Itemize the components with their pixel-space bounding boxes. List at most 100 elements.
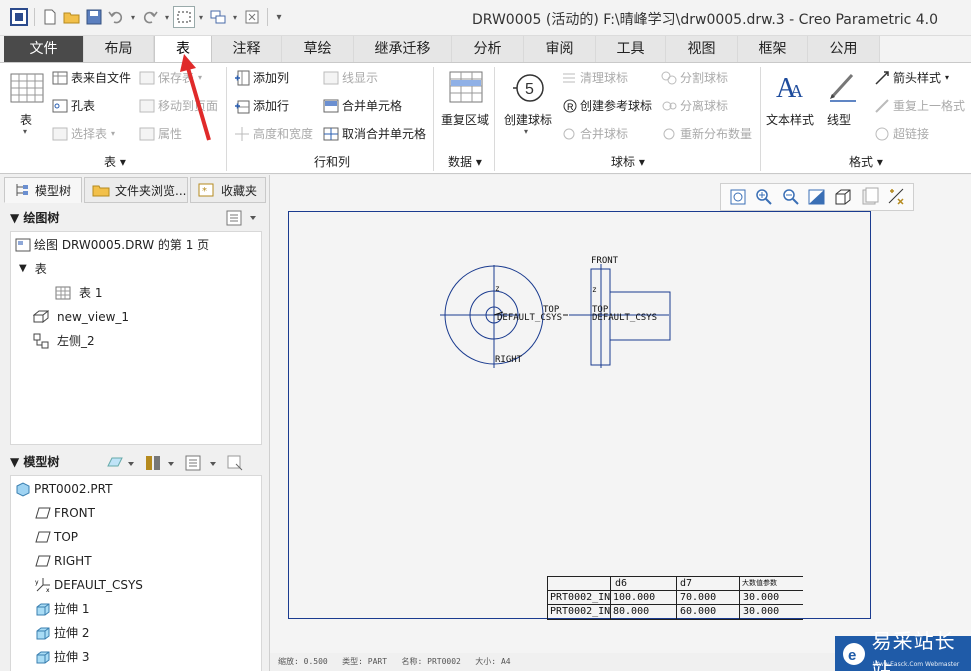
drawing-tree-options-icon[interactable] <box>226 210 260 226</box>
undo-dropdown-icon[interactable]: ▾ <box>127 6 139 28</box>
display-style-icon[interactable] <box>833 187 853 207</box>
tree-item-view-2[interactable]: 左侧_2 <box>33 330 95 352</box>
select-table-button[interactable]: 选择表 ▾ <box>52 125 115 142</box>
create-balloon-icon[interactable]: 5 <box>512 71 546 105</box>
pin-icon[interactable] <box>227 455 243 471</box>
group-label-table[interactable]: 表 ▾ <box>104 153 126 170</box>
tab-view[interactable]: 视图 <box>666 36 738 62</box>
height-width-button[interactable]: 高度和宽度 <box>234 125 313 142</box>
open-folder-icon[interactable] <box>61 6 83 28</box>
table-from-file-button[interactable]: 表来自文件 <box>52 69 131 86</box>
table-header-cell[interactable] <box>551 577 609 590</box>
drawing-canvas[interactable]: FRONT z z TOP TOP DEFAULT_CSYS DEFAULT_C… <box>270 175 971 653</box>
tree-item-tables[interactable]: ▼ 表 <box>19 258 47 280</box>
table-cell[interactable]: 80.000 <box>613 605 673 618</box>
table-cell[interactable]: PRT0002_INST <box>550 605 610 618</box>
app-icon[interactable] <box>8 6 30 28</box>
tab-tools[interactable]: 工具 <box>596 36 666 62</box>
windows-dropdown-icon[interactable]: ▾ <box>229 6 241 28</box>
repeat-region-icon[interactable] <box>449 71 483 103</box>
hyperlink-button[interactable]: 超链接 <box>874 125 929 142</box>
undo-icon[interactable] <box>105 6 127 28</box>
select-box-icon[interactable] <box>173 6 195 28</box>
create-ref-balloon-button[interactable]: R 创建参考球标 <box>561 97 652 114</box>
show-icon[interactable] <box>107 457 134 467</box>
table-cell[interactable]: 60.000 <box>680 605 738 618</box>
tree-item-table-1[interactable]: 表 1 <box>55 282 102 304</box>
layers-icon[interactable] <box>860 187 880 207</box>
tab-review[interactable]: 审阅 <box>524 36 596 62</box>
tab-frame[interactable]: 框架 <box>738 36 808 62</box>
redo-dropdown-icon[interactable]: ▾ <box>161 6 173 28</box>
line-display-button[interactable]: 线显示 <box>323 69 378 86</box>
tab-analysis[interactable]: 分析 <box>452 36 524 62</box>
select-dropdown-icon[interactable]: ▾ <box>195 6 207 28</box>
group-label-format[interactable]: 格式 ▾ <box>849 153 883 170</box>
detach-balloon-button[interactable]: 分离球标 <box>661 97 728 114</box>
clean-balloon-button[interactable]: 清理球标 <box>561 69 628 86</box>
table-cell[interactable]: 100.000 <box>613 591 673 604</box>
expand-arrow-icon[interactable]: ▼ <box>19 258 27 280</box>
tree-item-right-plane[interactable]: RIGHT <box>35 550 92 572</box>
tab-sketch[interactable]: 草绘 <box>282 36 354 62</box>
merge-balloon-button[interactable]: 合并球标 <box>561 125 628 142</box>
create-balloon-dropdown-icon[interactable]: ▾ <box>524 127 528 136</box>
drawing-sheet[interactable]: FRONT z z TOP TOP DEFAULT_CSYS DEFAULT_C… <box>288 211 871 620</box>
zoom-in-icon[interactable] <box>754 187 774 207</box>
text-style-button[interactable]: 文本样式 <box>766 111 814 128</box>
tree-item-sheet[interactable]: 绘图 DRW0005.DRW 的第 1 页 <box>15 234 209 256</box>
datum-display-icon[interactable] <box>886 187 906 207</box>
tab-layout[interactable]: 布局 <box>84 36 154 62</box>
tree-item-view-1[interactable]: new_view_1 <box>33 306 129 328</box>
tab-common[interactable]: 公用 <box>808 36 880 62</box>
refit-icon[interactable] <box>728 187 748 207</box>
repaint-icon[interactable] <box>807 187 827 207</box>
tree-item-front-plane[interactable]: FRONT <box>35 502 95 524</box>
create-balloon-button[interactable]: 创建球标 <box>504 111 552 128</box>
repeat-last-format-button[interactable]: 重复上一格式 <box>874 97 965 114</box>
tab-legacy-migration[interactable]: 继承迁移 <box>354 36 452 62</box>
redo-icon[interactable] <box>139 6 161 28</box>
arrow-style-button[interactable]: 箭头样式 ▾ <box>874 69 949 86</box>
repeat-region-button[interactable]: 重复区域 <box>441 111 489 128</box>
table-cell[interactable]: 30.000 <box>743 605 801 618</box>
line-style-icon[interactable] <box>828 69 858 103</box>
tree-item-extrude-3[interactable]: 拉伸 3 <box>35 646 89 668</box>
unmerge-cells-button[interactable]: 取消合并单元格 <box>323 125 426 142</box>
split-balloon-button[interactable]: 分割球标 <box>661 69 728 86</box>
add-column-button[interactable]: 添加列 <box>234 69 289 86</box>
group-label-balloon[interactable]: 球标 ▾ <box>611 153 645 170</box>
tree-filter-icon[interactable] <box>185 455 216 471</box>
table-header-cell[interactable]: 大数值参数 <box>742 577 802 590</box>
hole-table-button[interactable]: 孔表 <box>52 97 95 114</box>
tab-file[interactable]: 文件 <box>4 36 84 62</box>
customize-toolbar-icon[interactable]: ▾ <box>272 6 286 28</box>
table-button[interactable]: 表 <box>20 111 32 128</box>
table-header-cell[interactable]: d6 <box>615 577 673 590</box>
merge-cells-button[interactable]: 合并单元格 <box>323 97 402 114</box>
tree-item-part[interactable]: PRT0002.PRT <box>15 478 112 500</box>
settings-icon[interactable] <box>146 456 174 470</box>
table-dropdown-icon[interactable]: ▾ <box>23 127 27 136</box>
line-style-button[interactable]: 线型 <box>827 111 851 128</box>
new-file-icon[interactable] <box>39 6 61 28</box>
tree-item-top-plane[interactable]: TOP <box>35 526 78 548</box>
close-window-icon[interactable] <box>241 6 263 28</box>
table-icon[interactable] <box>10 73 44 103</box>
group-label-rowcol[interactable]: 行和列 <box>314 153 350 170</box>
table-header-cell[interactable]: d7 <box>680 577 738 590</box>
tree-item-extrude-1[interactable]: 拉伸 1 <box>35 598 89 620</box>
group-label-data[interactable]: 数据 ▾ <box>448 153 482 170</box>
table-cell[interactable]: 70.000 <box>680 591 738 604</box>
redistribute-qty-button[interactable]: 重新分布数量 <box>661 125 752 142</box>
tab-annotate[interactable]: 注释 <box>212 36 282 62</box>
add-row-button[interactable]: 添加行 <box>234 97 289 114</box>
tree-item-extrude-2[interactable]: 拉伸 2 <box>35 622 89 644</box>
save-icon[interactable] <box>83 6 105 28</box>
tree-item-csys[interactable]: yx DEFAULT_CSYS <box>35 574 143 596</box>
text-style-icon[interactable]: A A <box>774 69 808 103</box>
drawing-table[interactable]: d6 d7 大数值参数 PRT0002_INST 100.000 70.000 … <box>547 576 803 620</box>
zoom-out-icon[interactable] <box>781 187 801 207</box>
table-cell[interactable]: 30.000 <box>743 591 801 604</box>
windows-icon[interactable] <box>207 6 229 28</box>
